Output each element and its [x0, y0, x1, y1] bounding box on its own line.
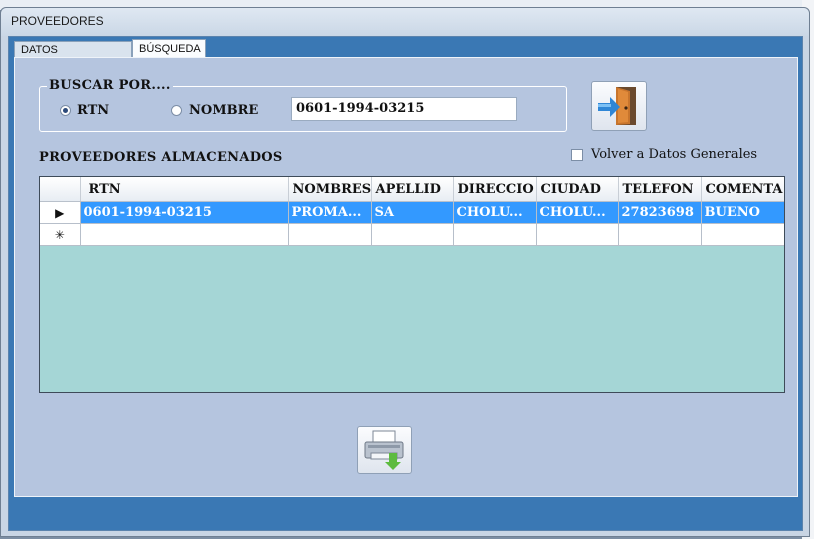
- cell-direccion[interactable]: CHOLU...: [453, 201, 537, 224]
- cell-ciudad[interactable]: [536, 223, 619, 246]
- search-group: BUSCAR POR.... RTN NOMBRE 0601-1994-0321…: [39, 78, 567, 132]
- grid-header-row: RTN NOMBRES APELLID DIRECCIO CIUDAD TELE…: [40, 177, 784, 202]
- cell-telefono[interactable]: 27823698: [618, 201, 702, 224]
- cell-rtn[interactable]: 0601-1994-03215: [80, 201, 289, 224]
- print-icon: [364, 430, 404, 470]
- cell-telefono[interactable]: [618, 223, 702, 246]
- new-row[interactable]: ✳: [40, 223, 784, 246]
- suppliers-grid[interactable]: RTN NOMBRES APELLID DIRECCIO CIUDAD TELE…: [39, 176, 785, 393]
- tab-busqueda[interactable]: BÚSQUEDA: [132, 39, 206, 59]
- suppliers-table: RTN NOMBRES APELLID DIRECCIO CIUDAD TELE…: [40, 177, 784, 246]
- row-header-corner: [40, 177, 81, 202]
- rtn-radio[interactable]: [60, 105, 71, 116]
- exit-door-icon: [598, 87, 636, 125]
- column-header-direccion[interactable]: DIRECCIO: [453, 177, 537, 202]
- cell-nombres[interactable]: PROMA...: [288, 201, 372, 224]
- cell-ciudad[interactable]: CHOLU...: [536, 201, 619, 224]
- stored-suppliers-heading: PROVEEDORES ALMACENADOS: [39, 150, 283, 165]
- cell-rtn[interactable]: [80, 223, 289, 246]
- current-row-indicator-icon[interactable]: ▶: [40, 201, 81, 224]
- return-checkbox-label[interactable]: Volver a Datos Generales: [591, 147, 757, 162]
- rtn-radio-label[interactable]: RTN: [77, 103, 109, 118]
- nombre-radio[interactable]: [171, 105, 182, 116]
- cell-apellido[interactable]: [371, 223, 454, 246]
- new-row-indicator-icon[interactable]: ✳: [40, 223, 81, 246]
- search-input[interactable]: 0601-1994-03215: [291, 97, 517, 121]
- cell-direccion[interactable]: [453, 223, 537, 246]
- column-header-rtn[interactable]: RTN: [80, 177, 289, 202]
- column-header-comentario[interactable]: COMENTA: [701, 177, 784, 202]
- tab-control: DATOS GENERALES BÚSQUEDA BUSCAR POR.... …: [8, 36, 803, 531]
- cell-comentario[interactable]: BUENO: [701, 201, 784, 224]
- status-bar: [14, 500, 798, 526]
- exit-button[interactable]: [591, 81, 647, 131]
- return-checkbox[interactable]: [571, 149, 583, 161]
- cell-comentario[interactable]: [701, 223, 784, 246]
- busqueda-panel: BUSCAR POR.... RTN NOMBRE 0601-1994-0321…: [14, 57, 798, 497]
- column-header-nombres[interactable]: NOMBRES: [288, 177, 372, 202]
- column-header-apellido[interactable]: APELLID: [371, 177, 454, 202]
- window-title: PROVEEDORES: [11, 14, 104, 28]
- search-group-label: BUSCAR POR....: [47, 78, 173, 93]
- cell-apellido[interactable]: SA: [371, 201, 454, 224]
- table-row[interactable]: ▶ 0601-1994-03215 PROMA... SA CHOLU... C…: [40, 201, 784, 224]
- cell-nombres[interactable]: [288, 223, 372, 246]
- column-header-telefono[interactable]: TELEFON: [618, 177, 702, 202]
- proveedores-window: PROVEEDORES DATOS GENERALES BÚSQUEDA BUS…: [0, 7, 810, 537]
- print-button[interactable]: [357, 426, 412, 474]
- tab-datos-generales[interactable]: DATOS GENERALES: [14, 41, 132, 72]
- title-bar: PROVEEDORES: [1, 8, 809, 36]
- column-header-ciudad[interactable]: CIUDAD: [536, 177, 619, 202]
- nombre-radio-label[interactable]: NOMBRE: [189, 103, 258, 118]
